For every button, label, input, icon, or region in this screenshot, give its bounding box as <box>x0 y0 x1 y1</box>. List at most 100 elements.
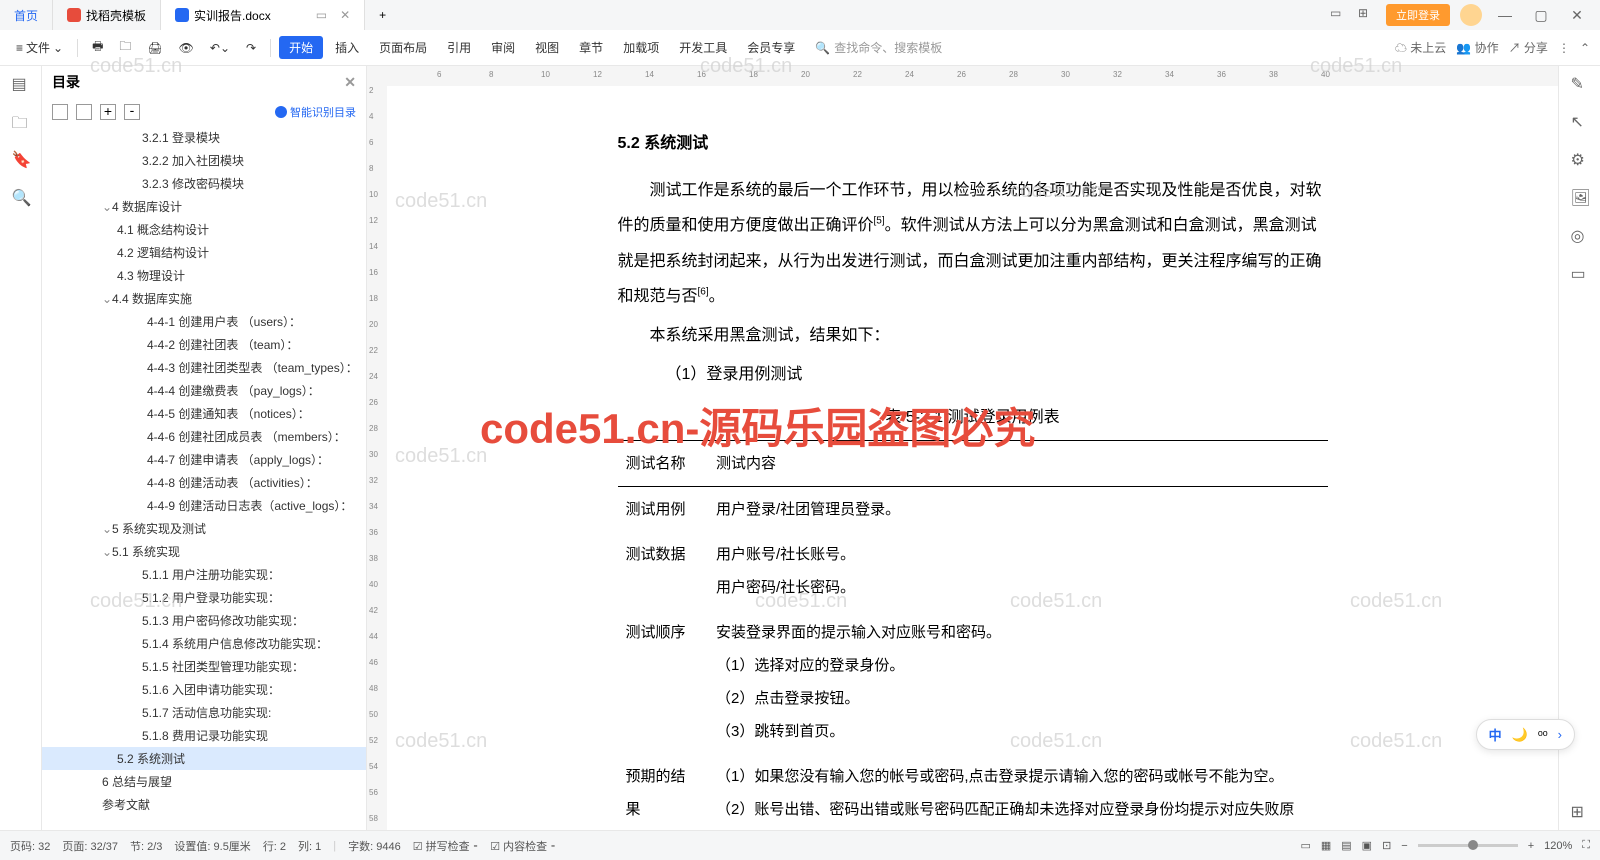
settings-icon[interactable]: ⚙ <box>1571 150 1589 168</box>
outline-item[interactable]: 5.1.2 用户登录功能实现： <box>42 586 366 609</box>
menu-chapter[interactable]: 章节 <box>571 36 611 59</box>
sb-pages[interactable]: 页面: 32/37 <box>62 838 118 854</box>
ime-more-icon[interactable]: ᵒᵒ <box>1538 727 1548 742</box>
minimize-button[interactable]: — <box>1492 2 1518 28</box>
outline-item[interactable]: ⌄4.4 数据库实施 <box>42 287 366 310</box>
view-mode-5-icon[interactable]: ⊡ <box>1382 839 1391 852</box>
redo-icon[interactable]: ↷ <box>240 38 262 58</box>
outline-item[interactable]: 5.1.4 系统用户信息修改功能实现： <box>42 632 366 655</box>
outline-icon[interactable]: ▤ <box>12 74 30 92</box>
outline-item[interactable]: 3.2.1 登录模块 <box>42 126 366 149</box>
more-icon[interactable]: ⋮ <box>1558 41 1570 55</box>
tab-close-icon[interactable]: ✕ <box>340 8 350 22</box>
view-mode-1-icon[interactable]: ▭ <box>1300 839 1310 852</box>
menu-insert[interactable]: 插入 <box>327 36 367 59</box>
menu-dev[interactable]: 开发工具 <box>671 36 735 59</box>
outline-tool-2[interactable] <box>76 104 92 120</box>
sb-content[interactable]: ☑ 内容检查 ⁃ <box>490 838 555 854</box>
outline-item[interactable]: 5.1.3 用户密码修改功能实现： <box>42 609 366 632</box>
tab-add[interactable]: + <box>365 0 400 30</box>
menu-start[interactable]: 开始 <box>279 36 323 59</box>
preview-icon[interactable]: 👁 <box>173 38 200 58</box>
outline-item[interactable]: ⌄4 数据库设计 <box>42 195 366 218</box>
outline-item[interactable]: 4-4-9 创建活动日志表（active_logs）： <box>42 494 366 517</box>
save-icon[interactable]: 🖶 <box>86 34 109 61</box>
outline-item[interactable]: 4-4-4 创建缴费表 （pay_logs）： <box>42 379 366 402</box>
zoom-level[interactable]: 120% <box>1544 840 1572 852</box>
pencil-icon[interactable]: ✎ <box>1571 74 1589 92</box>
collab-button[interactable]: 👥 协作 <box>1456 39 1498 56</box>
outline-list[interactable]: 3.2.1 登录模块3.2.2 加入社团模块3.2.3 修改密码模块⌄4 数据库… <box>42 126 366 830</box>
outline-item[interactable]: 5.1.8 费用记录功能实现 <box>42 724 366 747</box>
open-icon[interactable]: 🗀 <box>113 34 137 61</box>
outline-item[interactable]: 4-4-6 创建社团成员表 （members）： <box>42 425 366 448</box>
document-area[interactable]: 6810121416182022242628303234363840 5.2 系… <box>387 66 1558 830</box>
zoom-in-button[interactable]: + <box>1528 840 1534 852</box>
menu-button[interactable]: ≡ 文件 ⌄ <box>10 36 69 59</box>
avatar[interactable] <box>1460 4 1482 26</box>
zoom-out-button[interactable]: − <box>1401 840 1407 852</box>
nav-icon[interactable]: 🗀 <box>12 112 30 130</box>
menu-review[interactable]: 审阅 <box>483 36 523 59</box>
outline-item[interactable]: 4.2 逻辑结构设计 <box>42 241 366 264</box>
sb-words[interactable]: 字数: 9446 <box>348 838 401 854</box>
layout-icon[interactable]: ▭ <box>1330 6 1348 24</box>
maximize-button[interactable]: ▢ <box>1528 2 1554 28</box>
fullscreen-icon[interactable]: ⛶ <box>1582 839 1590 852</box>
device-icon[interactable]: ▭ <box>1571 264 1589 282</box>
menu-ref[interactable]: 引用 <box>439 36 479 59</box>
menu-addon[interactable]: 加载项 <box>615 36 667 59</box>
outline-item[interactable]: 5.1.6 入团申请功能实现： <box>42 678 366 701</box>
moon-icon[interactable]: 🌙 <box>1512 727 1528 743</box>
share-button[interactable]: ↗ 分享 <box>1509 39 1548 56</box>
undo-icon[interactable]: ↶⌄ <box>204 38 236 58</box>
search-icon[interactable]: 🔍 <box>12 188 30 206</box>
outline-close-icon[interactable]: ✕ <box>344 74 356 91</box>
outline-item[interactable]: 4-4-8 创建活动表 （activities）： <box>42 471 366 494</box>
outline-item[interactable]: 4-4-5 创建通知表 （notices）： <box>42 402 366 425</box>
zoom-slider[interactable] <box>1418 844 1518 847</box>
outline-tool-3[interactable]: + <box>100 104 116 120</box>
outline-item[interactable]: 4-4-3 创建社团类型表 （team_types）： <box>42 356 366 379</box>
tab-template[interactable]: 找稻壳模板 <box>53 0 161 30</box>
outline-item[interactable]: 5.2 系统测试 <box>42 747 366 770</box>
outline-item[interactable]: 5.1.1 用户注册功能实现： <box>42 563 366 586</box>
outline-item[interactable]: 4.1 概念结构设计 <box>42 218 366 241</box>
more-tools-icon[interactable]: ⊞ <box>1571 802 1589 820</box>
outline-tool-4[interactable]: - <box>124 104 140 120</box>
cursor-icon[interactable]: ↖ <box>1571 112 1589 130</box>
menu-layout[interactable]: 页面布局 <box>371 36 435 59</box>
sb-spell[interactable]: ☑ 拼写检查 ⁃ <box>413 838 478 854</box>
outline-item[interactable]: 4-4-2 创建社团表 （team）： <box>42 333 366 356</box>
outline-item[interactable]: 5.1.7 活动信息功能实现: <box>42 701 366 724</box>
print-icon[interactable]: 🖨 <box>141 38 168 58</box>
login-button[interactable]: 立即登录 <box>1386 4 1450 26</box>
outline-item[interactable]: ⌄5 系统实现及测试 <box>42 517 366 540</box>
outline-item[interactable]: 3.2.2 加入社团模块 <box>42 149 366 172</box>
image-icon[interactable]: 🖼 <box>1571 188 1589 206</box>
menu-vip[interactable]: 会员专享 <box>739 36 803 59</box>
outline-item[interactable]: 4.3 物理设计 <box>42 264 366 287</box>
view-mode-2-icon[interactable]: ▦ <box>1321 839 1331 852</box>
outline-item[interactable]: 5.1.5 社团类型管理功能实现： <box>42 655 366 678</box>
view-mode-3-icon[interactable]: ▤ <box>1341 839 1351 852</box>
target-icon[interactable]: ◎ <box>1571 226 1589 244</box>
search-input[interactable]: 🔍 查找命令、搜索模板 <box>807 36 950 59</box>
cloud-status[interactable]: ☁ 未上云 <box>1395 39 1446 56</box>
tab-home[interactable]: 首页 <box>0 0 53 30</box>
close-button[interactable]: ✕ <box>1564 2 1590 28</box>
outline-tool-1[interactable] <box>52 104 68 120</box>
tab-menu-icon[interactable]: ▭ <box>316 8 327 22</box>
collapse-icon[interactable]: ⌃ <box>1580 41 1590 55</box>
sb-page[interactable]: 页码: 32 <box>10 838 50 854</box>
outline-item[interactable]: 4-4-1 创建用户表 （users）： <box>42 310 366 333</box>
outline-item[interactable]: ⌄5.1 系统实现 <box>42 540 366 563</box>
ime-next-icon[interactable]: › <box>1558 727 1562 742</box>
smart-toc-button[interactable]: 智能识别目录 <box>275 104 356 120</box>
tab-document[interactable]: 实训报告.docx▭✕ <box>161 0 365 30</box>
outline-item[interactable]: 4-4-7 创建申请表 （apply_logs）： <box>42 448 366 471</box>
view-mode-4-icon[interactable]: ▣ <box>1362 839 1372 852</box>
outline-item[interactable]: 6 总结与展望 <box>42 770 366 793</box>
outline-item[interactable]: 参考文献 <box>42 793 366 816</box>
outline-item[interactable]: 3.2.3 修改密码模块 <box>42 172 366 195</box>
